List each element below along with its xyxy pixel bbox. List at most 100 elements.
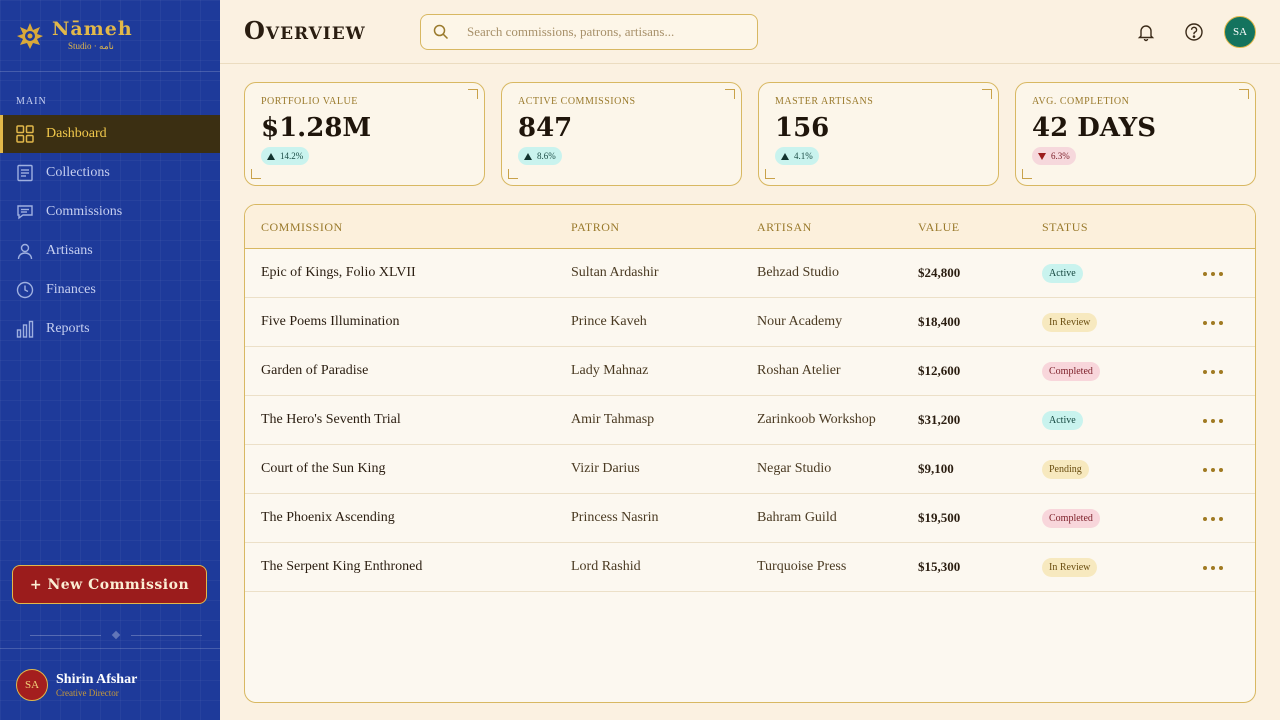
stat-card-artisans[interactable]: MASTER ARTISANS 156 4.1% <box>758 82 999 186</box>
cell-patron: Lord Rashid <box>571 559 641 574</box>
stat-change-badge: 14.2% <box>261 147 310 165</box>
document-icon <box>16 164 34 182</box>
more-options-icon[interactable] <box>1203 468 1223 472</box>
sidebar-item-dashboard[interactable]: Dashboard <box>0 115 220 153</box>
help-icon[interactable] <box>1184 22 1204 42</box>
stat-card-commissions[interactable]: ACTIVE COMMISSIONS 847 8.6% <box>501 82 742 186</box>
table-row[interactable]: Court of the Sun King Vizir Darius Negar S… <box>245 445 1255 494</box>
cell-patron: Prince Kaveh <box>571 314 647 329</box>
sidebar: Nāmeh Studio · نامه MAIN Dashboard Colle… <box>0 0 220 720</box>
sidebar-item-label: Reports <box>46 321 90 336</box>
cell-commission: Court of the Sun King <box>261 461 386 476</box>
cell-patron: Lady Mahnaz <box>571 363 649 378</box>
more-options-icon[interactable] <box>1203 272 1223 276</box>
cell-commission: The Serpent King Enthroned <box>261 559 423 574</box>
stat-change-badge: 6.3% <box>1032 147 1076 165</box>
cell-patron: Sultan Ardashir <box>571 265 659 280</box>
star-logo-icon <box>17 22 43 49</box>
cell-value: $18,400 <box>918 314 961 329</box>
cell-artisan: Zarinkoob Workshop <box>757 412 876 427</box>
bell-icon[interactable] <box>1136 22 1156 42</box>
more-options-icon[interactable] <box>1203 321 1223 325</box>
cell-value: $15,300 <box>918 559 961 574</box>
cell-value: $19,500 <box>918 510 961 525</box>
cell-artisan: Behzad Studio <box>757 265 840 280</box>
table-row[interactable]: The Serpent King Enthroned Lord Rashid Tur… <box>245 543 1255 592</box>
search-input[interactable] <box>467 24 747 40</box>
cell-value: $24,800 <box>918 265 961 280</box>
table-row[interactable]: Epic of Kings, Folio XLVII Sultan Ardashi… <box>245 249 1255 298</box>
arrow-up-icon <box>781 152 789 160</box>
stat-card-completion[interactable]: AVG. COMPLETION 42 DAYS 6.3% <box>1015 82 1256 186</box>
table-row[interactable]: The Phoenix Ascending Princess Nasrin Bahr… <box>245 494 1255 543</box>
table-row[interactable]: The Hero's Seventh Trial Amir Tahmasp Zari… <box>245 396 1255 445</box>
cell-commission: The Phoenix Ascending <box>261 510 395 525</box>
sidebar-item-label: Commissions <box>46 204 123 219</box>
table-row[interactable]: Garden of Paradise Lady Mahnaz Roshan Atel… <box>245 347 1255 396</box>
grid-icon <box>16 125 34 143</box>
status-badge: Completed <box>1042 362 1100 381</box>
header-avatar[interactable]: SA <box>1224 16 1256 48</box>
status-badge: In Review <box>1042 558 1098 577</box>
column-header-patron[interactable]: PATRON <box>571 220 620 235</box>
sidebar-item-collections[interactable]: Collections <box>0 154 220 192</box>
status-badge: In Review <box>1042 313 1098 332</box>
column-header-commission[interactable]: COMMISSION <box>261 220 343 235</box>
stat-change-badge: 8.6% <box>518 147 562 165</box>
stat-value: $1.28M <box>261 113 372 143</box>
sidebar-item-artisans[interactable]: Artisans <box>0 232 220 270</box>
cell-commission: Garden of Paradise <box>261 363 369 378</box>
stat-value: 42 DAYS <box>1032 113 1156 143</box>
table-row[interactable]: Five Poems Illumination Prince Kaveh Nour … <box>245 298 1255 347</box>
sidebar-item-label: Dashboard <box>46 126 107 141</box>
brand-name: Nāmeh <box>52 18 133 40</box>
person-icon <box>16 242 34 260</box>
stat-label: AVG. COMPLETION <box>1032 96 1130 107</box>
stat-value: 156 <box>775 113 830 143</box>
sidebar-item-commissions[interactable]: Commissions <box>0 193 220 231</box>
cell-commission: Five Poems Illumination <box>261 314 400 329</box>
table-body: Epic of Kings, Folio XLVII Sultan Ardashi… <box>245 249 1255 592</box>
brand-subtitle: Studio · نامه <box>68 41 114 51</box>
page-title: Overview <box>244 16 366 45</box>
nav-section-label: MAIN <box>16 96 47 107</box>
more-options-icon[interactable] <box>1203 517 1223 521</box>
bar-chart-icon <box>16 320 34 338</box>
stat-label: ACTIVE COMMISSIONS <box>518 96 636 107</box>
column-header-status[interactable]: STATUS <box>1042 220 1088 235</box>
avatar: SA <box>16 668 48 701</box>
arrow-up-icon <box>267 152 275 160</box>
new-commission-button[interactable]: + New Commission <box>12 565 207 604</box>
chat-icon <box>16 203 34 221</box>
top-header: Overview SA <box>220 0 1280 64</box>
more-options-icon[interactable] <box>1203 566 1223 570</box>
column-header-artisan[interactable]: ARTISAN <box>757 220 812 235</box>
user-profile[interactable]: SA Shirin Afshar Creative Director <box>0 648 220 720</box>
column-header-value[interactable]: VALUE <box>918 220 960 235</box>
cell-value: $31,200 <box>918 412 961 427</box>
cell-value: $12,600 <box>918 363 961 378</box>
cell-commission: Epic of Kings, Folio XLVII <box>261 265 416 280</box>
search-bar[interactable] <box>420 14 758 50</box>
more-options-icon[interactable] <box>1203 419 1223 423</box>
arrow-up-icon <box>524 152 532 160</box>
sidebar-item-label: Collections <box>46 165 110 180</box>
stat-change-badge: 4.1% <box>775 147 819 165</box>
ornament-divider <box>30 630 202 640</box>
sidebar-item-label: Finances <box>46 282 96 297</box>
user-role: Creative Director <box>56 687 119 698</box>
search-icon <box>433 24 449 40</box>
sidebar-item-reports[interactable]: Reports <box>0 310 220 348</box>
cell-commission: The Hero's Seventh Trial <box>261 412 401 427</box>
cell-value: $9,100 <box>918 461 954 476</box>
sidebar-nav: Dashboard Collections Commissions Artisa… <box>0 115 220 348</box>
status-badge: Completed <box>1042 509 1100 528</box>
arrow-down-icon <box>1038 152 1046 160</box>
stat-card-portfolio[interactable]: PORTFOLIO VALUE $1.28M 14.2% <box>244 82 485 186</box>
more-options-icon[interactable] <box>1203 370 1223 374</box>
stat-value: 847 <box>518 113 573 143</box>
cell-artisan: Roshan Atelier <box>757 363 841 378</box>
brand[interactable]: Nāmeh Studio · نامه <box>0 0 220 72</box>
sidebar-item-finances[interactable]: Finances <box>0 271 220 309</box>
cell-patron: Amir Tahmasp <box>571 412 655 427</box>
